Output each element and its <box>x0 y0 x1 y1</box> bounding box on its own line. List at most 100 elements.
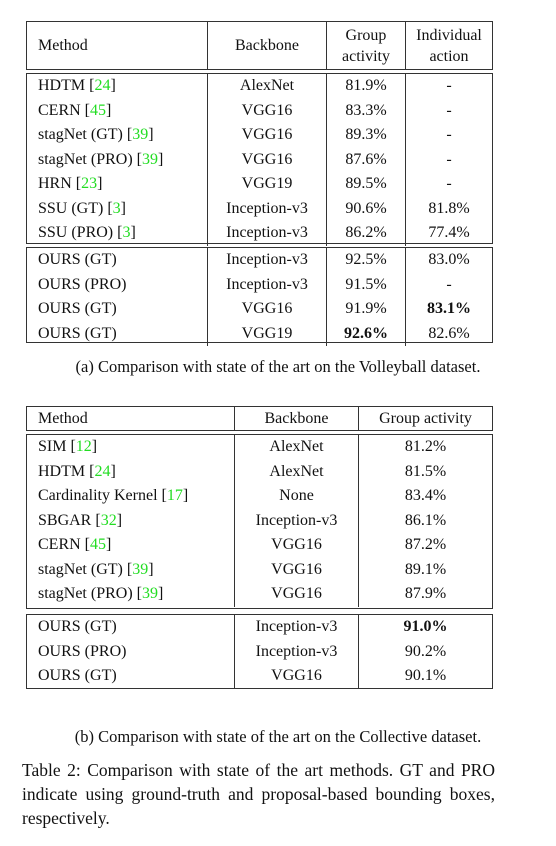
cell-backbone: Inception-v3 <box>234 508 358 533</box>
cell-group-activity: 81.5% <box>358 459 492 484</box>
table-row: OURS (PRO) Inception-v3 91.5% - <box>27 272 492 297</box>
cell-individual-action: 82.6% <box>405 321 492 346</box>
cell-group-activity: 81.2% <box>358 435 492 460</box>
cell-backbone: Inception-v3 <box>234 639 358 664</box>
cell-individual-action: - <box>405 147 492 172</box>
cell-backbone: AlexNet <box>207 74 326 99</box>
header-indiv-line1: Individual <box>416 26 482 44</box>
citation-link[interactable]: 24 <box>94 77 110 95</box>
cell-group-activity: 92.6% <box>326 321 405 346</box>
cell-group-activity: 87.6% <box>326 147 405 172</box>
cell-group-activity: 83.4% <box>358 484 492 509</box>
cell-backbone: VGG16 <box>207 297 326 322</box>
method-name: OURS (GT) <box>38 324 117 342</box>
citation-bracket: ] <box>182 487 189 505</box>
table-row: CERN [45] VGG16 83.3% - <box>27 98 492 124</box>
cell-backbone: VGG16 <box>234 533 358 558</box>
cell-method: OURS (PRO) <box>27 640 234 665</box>
cell-individual-action: - <box>405 98 492 123</box>
citation-bracket: ] <box>116 511 123 529</box>
cell-backbone: Inception-v3 <box>207 196 326 221</box>
header-group-activity: Group activity <box>326 22 405 69</box>
method-name: stagNet (PRO) [ <box>38 150 142 168</box>
cell-method: SBGAR [32] <box>27 509 234 534</box>
method-name: SIM [ <box>38 438 76 456</box>
citation-link[interactable]: 17 <box>167 487 183 505</box>
cell-method: SSU (GT) [3] <box>27 197 207 222</box>
method-name: HDTM [ <box>38 462 95 480</box>
cell-backbone: VGG16 <box>234 582 358 607</box>
header-group-line1: Group <box>345 26 387 44</box>
cell-group-activity: 91.5% <box>326 272 405 297</box>
method-name: OURS (GT) <box>38 618 117 636</box>
method-name: OURS (PRO) <box>38 275 127 293</box>
cell-group-activity: 87.9% <box>358 582 492 607</box>
table-row: Cardinality Kernel [17] None 83.4% <box>27 484 492 509</box>
citation-link[interactable]: 23 <box>81 175 97 193</box>
citation-link[interactable]: 32 <box>101 512 117 530</box>
cell-method: OURS (GT) <box>27 615 234 640</box>
table-row: SSU (GT) [3] Inception-v3 90.6% 81.8% <box>27 196 492 222</box>
citation-link[interactable]: 39 <box>142 151 158 169</box>
citation-link[interactable]: 39 <box>142 585 158 603</box>
cell-backbone: VGG19 <box>207 321 326 346</box>
cell-method: OURS (GT) <box>27 664 234 689</box>
citation-link[interactable]: 39 <box>132 561 148 579</box>
cell-group-activity: 89.5% <box>326 172 405 197</box>
citation-bracket: ] <box>120 199 126 217</box>
cell-method: OURS (GT) <box>27 322 207 347</box>
cell-method: OURS (GT) <box>27 248 207 273</box>
citation-bracket: ] <box>157 585 164 603</box>
main-caption: Table 2: Comparison with state of the ar… <box>22 760 495 828</box>
cell-backbone: VGG16 <box>234 557 358 582</box>
method-name: SBGAR [ <box>38 511 101 529</box>
table-row: HDTM [24] AlexNet 81.5% <box>27 459 492 484</box>
table-row: SBGAR [32] Inception-v3 86.1% <box>27 508 492 534</box>
citation-link[interactable]: 3 <box>122 224 130 242</box>
method-name: stagNet (GT) [ <box>38 560 133 578</box>
citation-link[interactable]: 3 <box>113 200 121 218</box>
cell-method: SIM [12] <box>27 435 234 460</box>
cell-individual-action: 83.1% <box>405 297 492 322</box>
cell-group-activity: 90.1% <box>358 664 492 689</box>
header-backbone: Backbone <box>234 407 358 430</box>
header-individual-action: Individual action <box>405 22 492 69</box>
cell-backbone: VGG16 <box>207 98 326 123</box>
method-name: stagNet (PRO) [ <box>38 585 142 603</box>
citation-link[interactable]: 12 <box>76 438 92 456</box>
cell-backbone: Inception-v3 <box>207 248 326 273</box>
citation-link[interactable]: 45 <box>90 536 106 554</box>
method-name: CERN [ <box>38 101 90 119</box>
method-name: CERN [ <box>38 536 90 554</box>
table-row: HDTM [24] AlexNet 81.9% - <box>27 74 492 99</box>
table-b-header: Method Backbone Group activity <box>26 406 493 431</box>
cell-backbone: VGG16 <box>234 664 358 689</box>
citation-link[interactable]: 24 <box>94 463 110 481</box>
citation-bracket: ] <box>130 224 136 242</box>
cell-backbone: VGG16 <box>207 123 326 148</box>
cell-backbone: None <box>234 484 358 509</box>
cell-method: HDTM [24] <box>27 74 207 99</box>
citation-link[interactable]: 39 <box>132 126 148 144</box>
header-backbone: Backbone <box>207 22 326 69</box>
cell-method: CERN [45] <box>27 99 207 124</box>
method-name: HDTM [ <box>38 77 95 95</box>
cell-individual-action: 81.8% <box>405 196 492 221</box>
cell-group-activity: 86.1% <box>358 508 492 533</box>
method-name: SSU (GT) [ <box>38 199 113 217</box>
table-b-prior-block: SIM [12] AlexNet 81.2% HDTM [24] AlexNet 81.5… <box>26 434 493 609</box>
header-group-line2: activity <box>342 47 390 65</box>
table-row: HRN [23] VGG19 89.5% - <box>27 172 492 197</box>
citation-link[interactable]: 45 <box>90 102 106 120</box>
table-row: OURS (GT) Inception-v3 92.5% 83.0% <box>27 248 492 273</box>
cell-method: stagNet (PRO) [39] <box>27 582 234 607</box>
cell-method: SSU (PRO) [3] <box>27 221 207 246</box>
cell-individual-action: - <box>405 74 492 99</box>
table-row: CERN [45] VGG16 87.2% <box>27 533 492 558</box>
cell-backbone: VGG19 <box>207 172 326 197</box>
citation-bracket: ] <box>157 150 164 168</box>
table-a-ours-block: OURS (GT) Inception-v3 92.5% 83.0% OURS (PRO… <box>26 247 493 346</box>
method-name: OURS (GT) <box>38 251 117 269</box>
table-b-caption: (b) Comparison with state of the art on … <box>74 727 482 746</box>
cell-backbone: VGG16 <box>207 147 326 172</box>
